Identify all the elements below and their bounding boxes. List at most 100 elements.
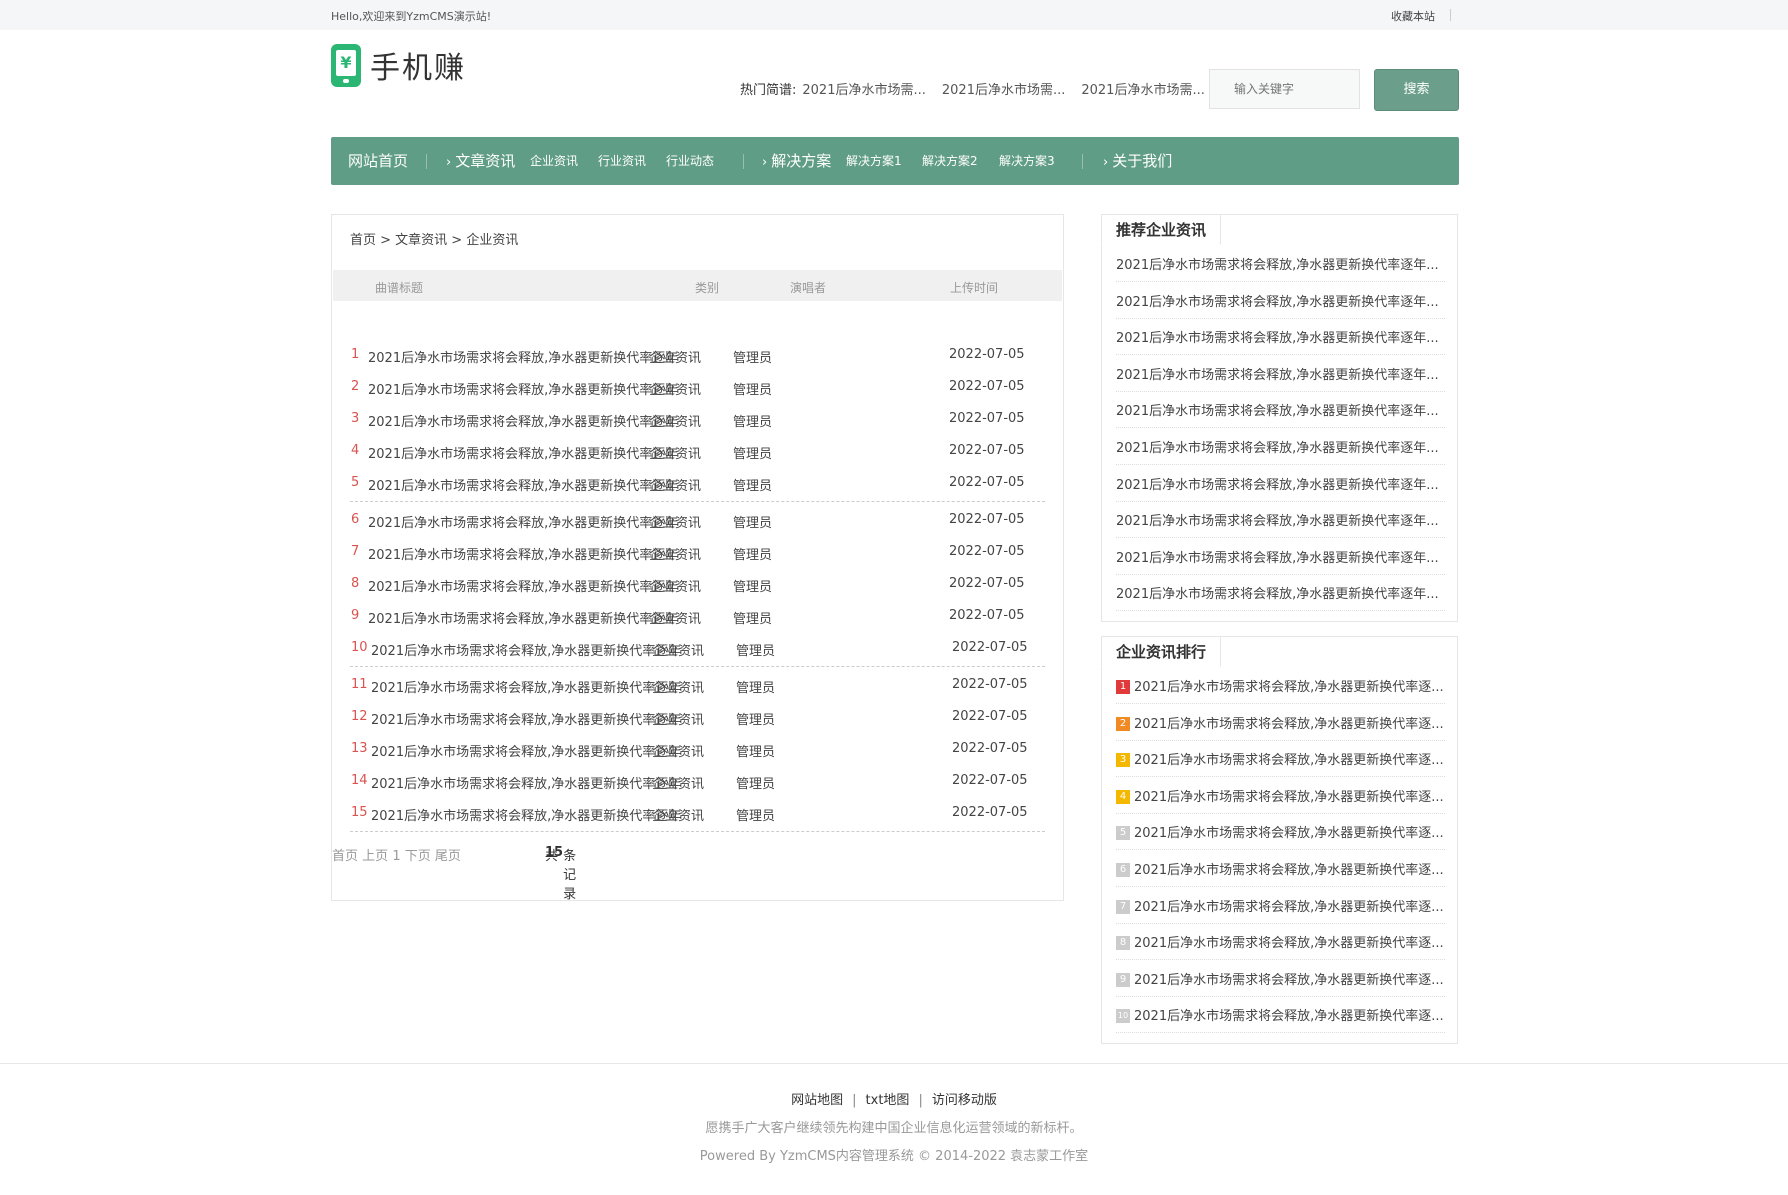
recommended-item[interactable]: 2021后净水市场需求将会释放,净水器更新换代率逐年...	[1116, 282, 1445, 319]
row-author: 管理员	[733, 479, 773, 494]
nav-solutions[interactable]: › 解决方案	[762, 137, 831, 185]
table-row[interactable]: 3 2021后净水市场需求将会释放,净水器更新换代率逐年 企业资讯 管理员 2022-0…	[332, 403, 1063, 435]
row-number: 4	[351, 443, 360, 458]
prev-page-link[interactable]: 上页	[362, 849, 388, 864]
nav-about[interactable]: › 关于我们	[1103, 137, 1172, 185]
row-title-link[interactable]: 2021后净水市场需求将会释放,净水器更新换代率逐年	[371, 741, 681, 760]
breadcrumb[interactable]: 首页 > 文章资讯 > 企业资讯	[350, 229, 518, 248]
row-title-link[interactable]: 2021后净水市场需求将会释放,净水器更新换代率逐年	[368, 347, 678, 366]
rank-badge: 7	[1116, 899, 1130, 914]
search-button[interactable]: 搜索	[1374, 69, 1459, 111]
row-title-link[interactable]: 2021后净水市场需求将会释放,净水器更新换代率逐年	[371, 709, 681, 728]
table-row[interactable]: 15 2021后净水市场需求将会释放,净水器更新换代率逐年 企业资讯 管理员 2022-…	[332, 797, 1063, 829]
ranking-item[interactable]: 3 2021后净水市场需求将会释放,净水器更新换代率逐...	[1116, 740, 1445, 778]
recommended-item[interactable]: 2021后净水市场需求将会释放,净水器更新换代率逐年...	[1116, 574, 1445, 612]
recommended-item[interactable]: 2021后净水市场需求将会释放,净水器更新换代率逐年...	[1116, 465, 1445, 502]
nav-sub-enterprise-news[interactable]: 企业资讯	[530, 137, 578, 185]
row-number: 12	[351, 709, 368, 724]
row-title-link[interactable]: 2021后净水市场需求将会释放,净水器更新换代率逐年	[368, 512, 678, 531]
add-favorite-link[interactable]: 收藏本站	[1391, 8, 1435, 24]
rank-badge: 10	[1116, 1009, 1130, 1024]
ranking-item[interactable]: 4 2021后净水市场需求将会释放,净水器更新换代率逐...	[1116, 777, 1445, 814]
table-row[interactable]: 2 2021后净水市场需求将会释放,净水器更新换代率逐年 企业资讯 管理员 2022-0…	[332, 371, 1063, 403]
recommended-item[interactable]: 2021后净水市场需求将会释放,净水器更新换代率逐年...	[1116, 355, 1445, 392]
nav-sub-industry-news[interactable]: 行业资讯	[598, 137, 646, 185]
rank-badge: 1	[1116, 680, 1130, 694]
row-author: 管理员	[736, 713, 776, 728]
rank-badge: 5	[1116, 826, 1130, 841]
table-row[interactable]: 1 2021后净水市场需求将会释放,净水器更新换代率逐年 企业资讯 管理员 2022-0…	[332, 339, 1063, 371]
table-row[interactable]: 8 2021后净水市场需求将会释放,净水器更新换代率逐年 企业资讯 管理员 2022-0…	[332, 568, 1063, 600]
ranking-item[interactable]: 9 2021后净水市场需求将会释放,净水器更新换代率逐...	[1116, 960, 1445, 997]
recommended-item[interactable]: 2021后净水市场需求将会释放,净水器更新换代率逐年...	[1116, 538, 1445, 575]
current-page[interactable]: 1	[392, 849, 400, 864]
row-title-link[interactable]: 2021后净水市场需求将会释放,净水器更新换代率逐年	[368, 475, 678, 494]
site-logo[interactable]: ¥ 手机赚	[331, 43, 466, 87]
table-row[interactable]: 6 2021后净水市场需求将会释放,净水器更新换代率逐年 企业资讯 管理员 2022-0…	[332, 504, 1063, 536]
ranking-item[interactable]: 10 2021后净水市场需求将会释放,净水器更新换代率逐...	[1116, 996, 1445, 1034]
ranking-item[interactable]: 7 2021后净水市场需求将会释放,净水器更新换代率逐...	[1116, 887, 1445, 924]
row-date: 2022-07-05	[949, 379, 1025, 394]
row-date: 2022-07-05	[952, 640, 1028, 655]
ranking-item[interactable]: 8 2021后净水市场需求将会释放,净水器更新换代率逐...	[1116, 923, 1445, 961]
row-date: 2022-07-05	[952, 709, 1028, 724]
nav-sub-solution-2[interactable]: 解决方案2	[922, 137, 978, 185]
txt-sitemap-link[interactable]: txt地图	[866, 1093, 910, 1108]
row-title-link[interactable]: 2021后净水市场需求将会释放,净水器更新换代率逐年	[368, 608, 678, 627]
search-input[interactable]	[1209, 69, 1360, 109]
next-page-link[interactable]: 下页	[405, 849, 431, 864]
ranking-item[interactable]: 1 2021后净水市场需求将会释放,净水器更新换代率逐...	[1116, 667, 1445, 704]
table-row[interactable]: 9 2021后净水市场需求将会释放,净水器更新换代率逐年 企业资讯 管理员 2022-0…	[332, 600, 1063, 632]
nav-sub-industry-trends[interactable]: 行业动态	[666, 137, 714, 185]
table-row[interactable]: 7 2021后净水市场需求将会释放,净水器更新换代率逐年 企业资讯 管理员 2022-0…	[332, 536, 1063, 568]
row-title-link[interactable]: 2021后净水市场需求将会释放,净水器更新换代率逐年	[368, 411, 678, 430]
recommended-item[interactable]: 2021后净水市场需求将会释放,净水器更新换代率逐年...	[1116, 501, 1445, 539]
row-author: 管理员	[736, 777, 776, 792]
ranking-item[interactable]: 2 2021后净水市场需求将会释放,净水器更新换代率逐...	[1116, 704, 1445, 741]
hot-item[interactable]: 2021后净水市场需...	[942, 79, 1065, 98]
nav-home[interactable]: 网站首页	[348, 137, 408, 185]
row-author: 管理员	[736, 745, 776, 760]
top-bar: Hello,欢迎来到YzmCMS演示站! 收藏本站	[0, 0, 1788, 30]
row-title-link[interactable]: 2021后净水市场需求将会释放,净水器更新换代率逐年	[371, 677, 681, 696]
table-row[interactable]: 4 2021后净水市场需求将会释放,净水器更新换代率逐年 企业资讯 管理员 2022-0…	[332, 435, 1063, 467]
footer: 网站地图 | txt地图 | 访问移动版 愿携手广大客户继续领先构建中国企业信息化运营领…	[0, 1063, 1788, 1195]
row-date: 2022-07-05	[952, 805, 1028, 820]
mobile-version-link[interactable]: 访问移动版	[932, 1093, 997, 1108]
group-divider	[350, 666, 1045, 667]
table-row[interactable]: 14 2021后净水市场需求将会释放,净水器更新换代率逐年 企业资讯 管理员 2022-…	[332, 765, 1063, 797]
row-title-link[interactable]: 2021后净水市场需求将会释放,净水器更新换代率逐年	[371, 773, 681, 792]
phone-icon: ¥	[331, 43, 361, 87]
recommended-item[interactable]: 2021后净水市场需求将会释放,净水器更新换代率逐年...	[1116, 318, 1445, 356]
recommended-item[interactable]: 2021后净水市场需求将会释放,净水器更新换代率逐年...	[1116, 391, 1445, 429]
hot-item[interactable]: 2021后净水市场需...	[1081, 79, 1204, 98]
row-number: 8	[351, 576, 360, 591]
nav-sub-solution-1[interactable]: 解决方案1	[846, 137, 902, 185]
table-row[interactable]: 12 2021后净水市场需求将会释放,净水器更新换代率逐年 企业资讯 管理员 2022-…	[332, 701, 1063, 733]
first-page-link[interactable]: 首页	[332, 849, 358, 864]
nav-articles[interactable]: › 文章资讯	[446, 137, 515, 185]
row-title-link[interactable]: 2021后净水市场需求将会释放,净水器更新换代率逐年	[371, 640, 681, 659]
table-row[interactable]: 5 2021后净水市场需求将会释放,净水器更新换代率逐年 企业资讯 管理员 2022-0…	[332, 467, 1063, 499]
row-title-link[interactable]: 2021后净水市场需求将会释放,净水器更新换代率逐年	[368, 443, 678, 462]
recommended-item[interactable]: 2021后净水市场需求将会释放,净水器更新换代率逐年...	[1116, 428, 1445, 465]
recommended-item[interactable]: 2021后净水市场需求将会释放,净水器更新换代率逐年...	[1116, 245, 1445, 282]
table-row[interactable]: 13 2021后净水市场需求将会释放,净水器更新换代率逐年 企业资讯 管理员 2022-…	[332, 733, 1063, 765]
table-row[interactable]: 10 2021后净水市场需求将会释放,净水器更新换代率逐年 企业资讯 管理员 2022-…	[332, 632, 1063, 664]
ranking-item[interactable]: 6 2021后净水市场需求将会释放,净水器更新换代率逐...	[1116, 850, 1445, 887]
row-title-link[interactable]: 2021后净水市场需求将会释放,净水器更新换代率逐年	[368, 576, 678, 595]
col-upload-time: 上传时间	[950, 281, 999, 295]
row-title-link[interactable]: 2021后净水市场需求将会释放,净水器更新换代率逐年	[368, 544, 678, 563]
ranking-item[interactable]: 5 2021后净水市场需求将会释放,净水器更新换代率逐...	[1116, 813, 1445, 851]
row-number: 6	[351, 512, 360, 527]
nav-sub-solution-3[interactable]: 解决方案3	[999, 137, 1055, 185]
hot-item[interactable]: 2021后净水市场需...	[802, 79, 925, 98]
sitemap-link[interactable]: 网站地图	[791, 1093, 843, 1108]
rank-badge: 8	[1116, 936, 1130, 951]
last-page-link[interactable]: 尾页	[435, 849, 461, 864]
table-row[interactable]: 11 2021后净水市场需求将会释放,净水器更新换代率逐年 企业资讯 管理员 2022-…	[332, 669, 1063, 701]
row-title-link[interactable]: 2021后净水市场需求将会释放,净水器更新换代率逐年	[371, 805, 681, 824]
row-category: 企业资讯	[649, 548, 702, 563]
row-date: 2022-07-05	[949, 576, 1025, 591]
row-title-link[interactable]: 2021后净水市场需求将会释放,净水器更新换代率逐年	[368, 379, 678, 398]
